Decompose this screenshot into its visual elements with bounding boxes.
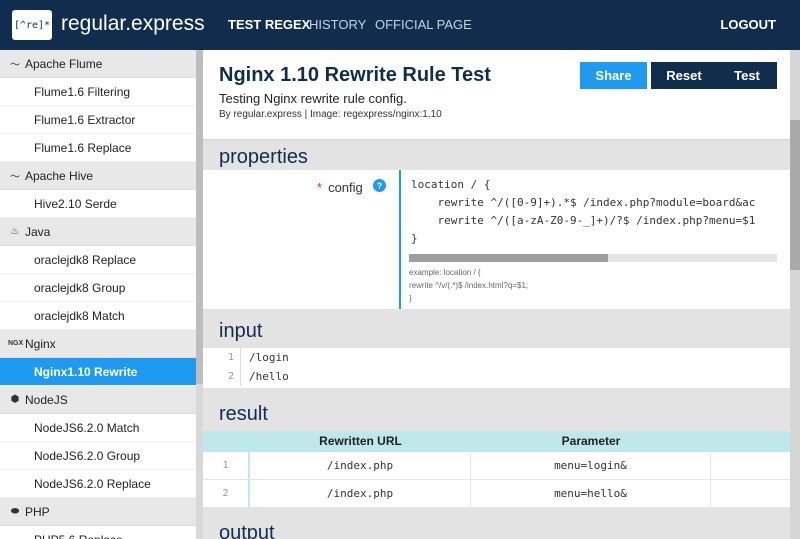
example-line: }	[409, 294, 412, 303]
example-line: example: location / {	[409, 268, 481, 277]
input-line: 2 /hello	[203, 367, 790, 386]
sidebar-group-apache-hive[interactable]: 〜 Apache Hive	[0, 162, 196, 190]
nav-history[interactable]: HISTORY	[309, 17, 366, 32]
sidebar-item-hive-serde[interactable]: Hive2.10 Serde	[0, 190, 196, 218]
main-scrollbar-thumb[interactable]	[790, 120, 800, 270]
sidebar-group-label: Apache Flume	[25, 56, 103, 71]
nginx-logo-icon: NGX	[8, 340, 24, 347]
page-title: Nginx 1.10 Rewrite Rule Test	[219, 64, 491, 86]
cell-parameter: menu=hello&	[471, 480, 711, 507]
feather-icon: 〜	[10, 60, 20, 71]
config-code-editor[interactable]: location / { rewrite ^/([0-9]+).*$ /inde…	[399, 170, 790, 309]
line-content[interactable]: /hello	[241, 370, 289, 383]
logout-link[interactable]: LOGOUT	[720, 17, 776, 32]
feather-icon: 〜	[10, 172, 20, 183]
config-label: * config	[317, 180, 363, 195]
page-byline: By regular.express | Image: regexpress/n…	[219, 109, 442, 120]
row-number: 1	[203, 452, 250, 479]
sidebar-item-oraclejdk8-replace[interactable]: oraclejdk8 Replace	[0, 246, 196, 274]
sidebar-item-nodejs-group[interactable]: NodeJS6.2.0 Group	[0, 442, 196, 470]
table-header: Rewritten URL Parameter	[203, 431, 790, 452]
column-rewritten-url: Rewritten URL	[319, 434, 402, 448]
nav-test-regex[interactable]: TEST REGEX	[228, 17, 310, 32]
sidebar-item-flume-filtering[interactable]: Flume1.6 Filtering	[0, 78, 196, 106]
reset-button[interactable]: Reset	[651, 62, 717, 89]
regex-logo-icon[interactable]: [^re]*	[12, 10, 52, 40]
sidebar-group-label: Java	[25, 224, 51, 239]
code-line: rewrite ^/([0-9]+).*$ /index.php?module=…	[411, 196, 756, 209]
column-parameter: Parameter	[561, 434, 621, 448]
cell-parameter: menu=login&	[471, 452, 711, 479]
sidebar-group-label: NodeJS	[25, 392, 68, 407]
input-heading: input	[219, 320, 263, 342]
code-horizontal-scrollbar[interactable]	[409, 254, 777, 262]
brand-name[interactable]: regular.express	[61, 12, 205, 36]
line-number: 1	[203, 348, 241, 367]
sidebar-item-php-replace[interactable]: PHP5.6 Replace	[0, 526, 196, 539]
sidebar-group-label: Apache Hive	[25, 168, 94, 183]
top-navigation-bar: [^re]* regular.express TEST REGEX HISTOR…	[0, 0, 800, 50]
sidebar-item-nodejs-match[interactable]: NodeJS6.2.0 Match	[0, 414, 196, 442]
test-button[interactable]: Test	[717, 62, 777, 89]
code-line: location / {	[411, 178, 491, 191]
main-content: Nginx 1.10 Rewrite Rule Test Testing Ngi…	[203, 50, 790, 539]
result-heading: result	[219, 403, 268, 425]
cell-url: /index.php	[250, 480, 471, 507]
logo-text: [^re]*	[13, 19, 51, 31]
nodejs-hexagon-icon: ⬢	[10, 394, 20, 405]
share-button[interactable]: Share	[580, 62, 647, 89]
line-number: 2	[203, 367, 241, 386]
sidebar-group-apache-flume[interactable]: 〜 Apache Flume	[0, 50, 196, 78]
sidebar-group-nodejs[interactable]: ⬢ NodeJS	[0, 386, 196, 414]
row-number: 2	[203, 480, 250, 507]
code-line: rewrite ^/([a-zA-Z0-9-_]+)/?$ /index.php…	[411, 214, 756, 227]
sidebar-scrollbar-track[interactable]	[196, 384, 203, 539]
sidebar-item-flume-replace[interactable]: Flume1.6 Replace	[0, 134, 196, 162]
config-label-text: config	[328, 180, 363, 195]
table-row: 2 /index.php menu=hello&	[203, 480, 790, 508]
properties-heading: properties	[219, 146, 308, 168]
sidebar-item-flume-extractor[interactable]: Flume1.6 Extractor	[0, 106, 196, 134]
sidebar-item-nginx-rewrite[interactable]: Nginx1.10 Rewrite	[0, 358, 196, 386]
nav-official-page[interactable]: OFFICIAL PAGE	[375, 17, 472, 32]
code-scrollbar-thumb[interactable]	[409, 254, 608, 262]
code-line: }	[411, 232, 418, 245]
line-content[interactable]: /login	[241, 351, 289, 364]
main-scrollbar-track[interactable]	[790, 50, 800, 539]
test-header: Nginx 1.10 Rewrite Rule Test Testing Ngi…	[203, 50, 790, 140]
table-header-index	[203, 431, 250, 452]
php-logo-icon: ⬬	[10, 506, 20, 517]
sidebar-item-nodejs-replace[interactable]: NodeJS6.2.0 Replace	[0, 470, 196, 498]
sidebar-group-php[interactable]: ⬬ PHP	[0, 498, 196, 526]
input-line: 1 /login	[203, 348, 790, 367]
sidebar: 〜 Apache Flume Flume1.6 Filtering Flume1…	[0, 50, 196, 539]
help-icon[interactable]: ?	[373, 179, 386, 192]
cell-url: /index.php	[250, 452, 471, 479]
sidebar-group-label: Nginx	[25, 336, 56, 351]
required-marker: *	[317, 180, 323, 195]
java-cup-icon: ♨	[10, 226, 20, 237]
sidebar-group-label: PHP	[25, 504, 50, 519]
sidebar-group-java[interactable]: ♨ Java	[0, 218, 196, 246]
example-hint: example: location / { rewrite ^/v/(.*)$ …	[409, 266, 528, 305]
properties-panel: * config ? location / { rewrite ^/([0-9]+…	[203, 170, 790, 309]
page-subtitle: Testing Nginx rewrite rule config.	[219, 91, 407, 106]
sidebar-item-oraclejdk8-group[interactable]: oraclejdk8 Group	[0, 274, 196, 302]
sidebar-group-nginx[interactable]: NGX Nginx	[0, 330, 196, 358]
sidebar-item-oraclejdk8-match[interactable]: oraclejdk8 Match	[0, 302, 196, 330]
input-editor[interactable]: 1 /login 2 /hello	[203, 348, 790, 388]
table-row: 1 /index.php menu=login&	[203, 452, 790, 480]
example-line: rewrite ^/v/(.*)$ /index.html?q=$1;	[409, 281, 529, 290]
sidebar-scrollbar-thumb[interactable]	[196, 50, 203, 384]
result-table: Rewritten URL Parameter 1 /index.php men…	[203, 431, 790, 508]
output-heading: output	[219, 522, 275, 539]
